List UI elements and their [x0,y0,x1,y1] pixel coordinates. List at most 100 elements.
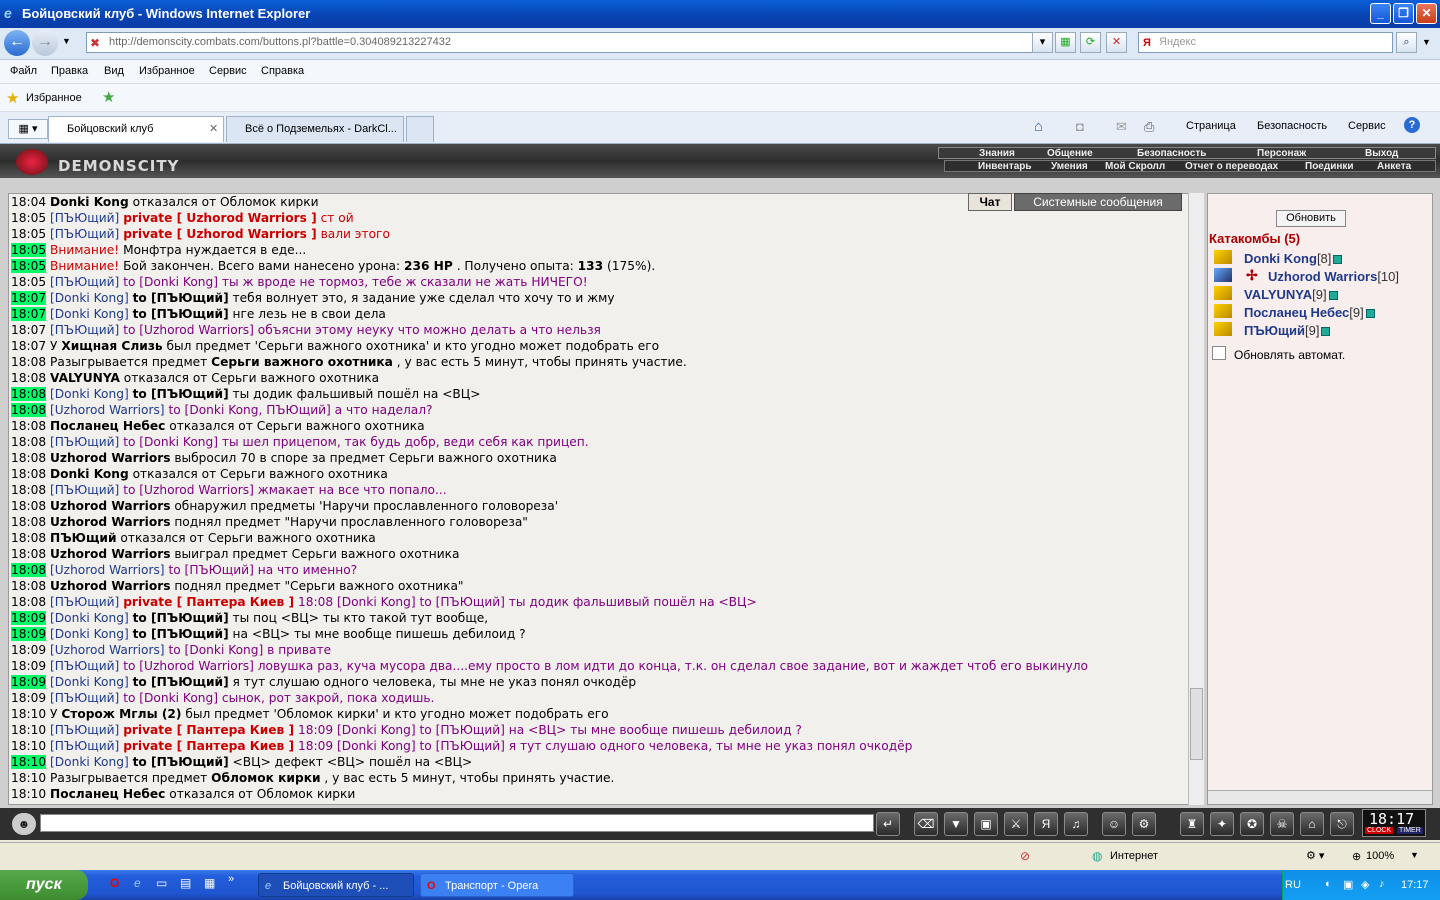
message-time[interactable]: 18:09 [11,643,46,657]
page-menu[interactable]: Страница [1186,120,1236,132]
info-icon[interactable] [1328,291,1338,301]
player-uzhorod-warriors[interactable]: Uzhorod Warriors[10] [1268,269,1399,284]
inventory-icon[interactable]: ♜ [1180,812,1204,836]
message-time[interactable]: 18:09 [11,627,47,641]
message-sender[interactable]: [ПЪЮщий] [50,323,119,337]
search-options-icon[interactable]: ▼ [1422,37,1431,47]
message-time[interactable]: 18:05 [11,211,46,225]
sound-icon[interactable]: ♫ [1064,812,1088,836]
chat-mode-icon[interactable]: ☻ [12,813,36,835]
calc-icon[interactable]: ▦ [204,876,215,890]
message-sender[interactable]: [Donki Kong] [50,627,129,641]
stop-icon[interactable]: ✕ [1106,32,1127,53]
menu-help[interactable]: Справка [261,65,304,77]
clear-icon[interactable]: ⌫ [914,812,938,836]
message-time[interactable]: 18:10 [11,707,46,721]
message-time[interactable]: 18:08 [11,563,47,577]
battle-icon[interactable]: ✪ [1240,812,1264,836]
message-time[interactable]: 18:08 [11,435,46,449]
message-sender[interactable]: [ПЪЮщий] [50,227,119,241]
message-time[interactable]: 18:10 [11,787,46,801]
message-time[interactable]: 18:09 [11,675,47,689]
message-sender[interactable]: [Donki Kong] [50,387,129,401]
back-button[interactable]: ← [4,30,30,56]
zoom-level[interactable]: 100% [1366,850,1394,862]
menu-tools[interactable]: Сервис [209,65,247,77]
lang-indicator[interactable]: RU [1285,879,1301,891]
print-icon[interactable]: ⎙ [1144,119,1154,135]
tray-icon-1[interactable]: ◐ [1325,878,1332,890]
message-sender[interactable]: [Donki Kong] [50,675,129,689]
protected-mode-icon[interactable]: ⚙ ▾ [1306,849,1324,862]
message-time[interactable]: 18:08 [11,595,46,609]
smiles-icon[interactable]: ☺ [1102,812,1126,836]
chat-input[interactable] [40,814,874,832]
message-time[interactable]: 18:08 [11,579,46,593]
chat-scroll-thumb[interactable] [1190,688,1203,760]
message-sender[interactable]: [ПЪЮщий] [50,739,119,753]
maximize-button[interactable]: ❐ [1393,3,1414,24]
more-icon[interactable]: » [228,873,234,885]
message-time[interactable]: 18:08 [11,531,46,545]
message-time[interactable]: 18:08 [11,403,47,417]
refresh-icon[interactable]: ⟳ [1080,32,1101,53]
mail-icon[interactable]: ✉ [1116,119,1127,135]
message-time[interactable]: 18:10 [11,723,46,737]
message-time[interactable]: 18:08 [11,467,46,481]
tray-icon-2[interactable]: ▣ [1343,878,1353,891]
menu-character[interactable]: Персонаж [1257,148,1306,159]
address-dropdown-icon[interactable]: ▾ [1032,32,1053,53]
filter-icon[interactable]: ▼ [944,812,968,836]
desktop-icon[interactable]: ▭ [156,876,167,890]
submenu-inventory[interactable]: Инвентарь [978,161,1032,172]
message-sender[interactable]: [ПЪЮщий] [50,483,119,497]
message-time[interactable]: 18:10 [11,771,46,785]
ie-quicklaunch-icon[interactable]: e [134,876,141,890]
message-time[interactable]: 18:08 [11,547,46,561]
menu-favorites[interactable]: Избранное [139,65,195,77]
message-time[interactable]: 18:07 [11,307,47,321]
message-time[interactable]: 18:08 [11,483,46,497]
player-valyunya[interactable]: VALYUNYA[9] [1244,287,1338,302]
message-sender[interactable]: [Donki Kong] [50,291,129,305]
message-time[interactable]: 18:08 [11,419,46,433]
player-donki-kong[interactable]: Donki Kong[8] [1244,251,1343,266]
message-sender[interactable]: [ПЪЮщий] [50,211,119,225]
submenu-profile[interactable]: Анкета [1377,161,1411,172]
tab-system-messages[interactable]: Системные сообщения [1014,193,1182,211]
settings-icon[interactable]: ⚙ [1132,812,1156,836]
start-button[interactable]: пуск [0,870,88,900]
tab-close-icon[interactable]: ✕ [209,117,218,141]
opera-quicklaunch-icon[interactable]: O [110,876,119,890]
forward-button[interactable]: → [32,30,58,56]
info-icon[interactable] [1333,255,1343,265]
info-icon[interactable] [1321,327,1331,337]
media-icon[interactable]: ▤ [180,876,191,890]
message-time[interactable]: 18:08 [11,451,46,465]
translit-icon[interactable]: Я [1034,812,1058,836]
message-sender[interactable]: [Uzhorod Warriors] [50,643,165,657]
map-icon[interactable]: ✦ [1210,812,1234,836]
info-icon[interactable] [1365,309,1375,319]
tray-icon-3[interactable]: ◈ [1361,878,1369,891]
feeds-icon[interactable]: ◘ [1076,119,1084,134]
message-sender[interactable]: [ПЪЮщий] [50,659,119,673]
submenu-skills[interactable]: Умения [1051,161,1088,172]
message-time[interactable]: 18:05 [11,275,46,289]
menu-exit[interactable]: Выход [1365,148,1398,159]
search-input[interactable]: Яндекс [1138,32,1393,53]
message-time[interactable]: 18:05 [11,243,47,257]
task-opera[interactable]: O Транспорт - Opera [420,873,574,897]
save-log-icon[interactable]: ▣ [974,812,998,836]
refresh-button[interactable]: Обновить [1276,210,1346,227]
safety-menu[interactable]: Безопасность [1257,120,1327,132]
message-sender[interactable]: [ПЪЮщий] [50,595,119,609]
chat-scrollbar[interactable] [1188,193,1204,805]
message-time[interactable]: 18:05 [11,227,46,241]
message-time[interactable]: 18:08 [11,387,47,401]
task-combats[interactable]: e Бойцовский клуб - ... [258,873,414,897]
popup-blocked-icon[interactable]: ⊘ [1020,849,1030,863]
gift-icon[interactable]: ⌂ [1300,812,1324,836]
message-time[interactable]: 18:05 [11,259,47,273]
menu-view[interactable]: Вид [104,65,124,77]
